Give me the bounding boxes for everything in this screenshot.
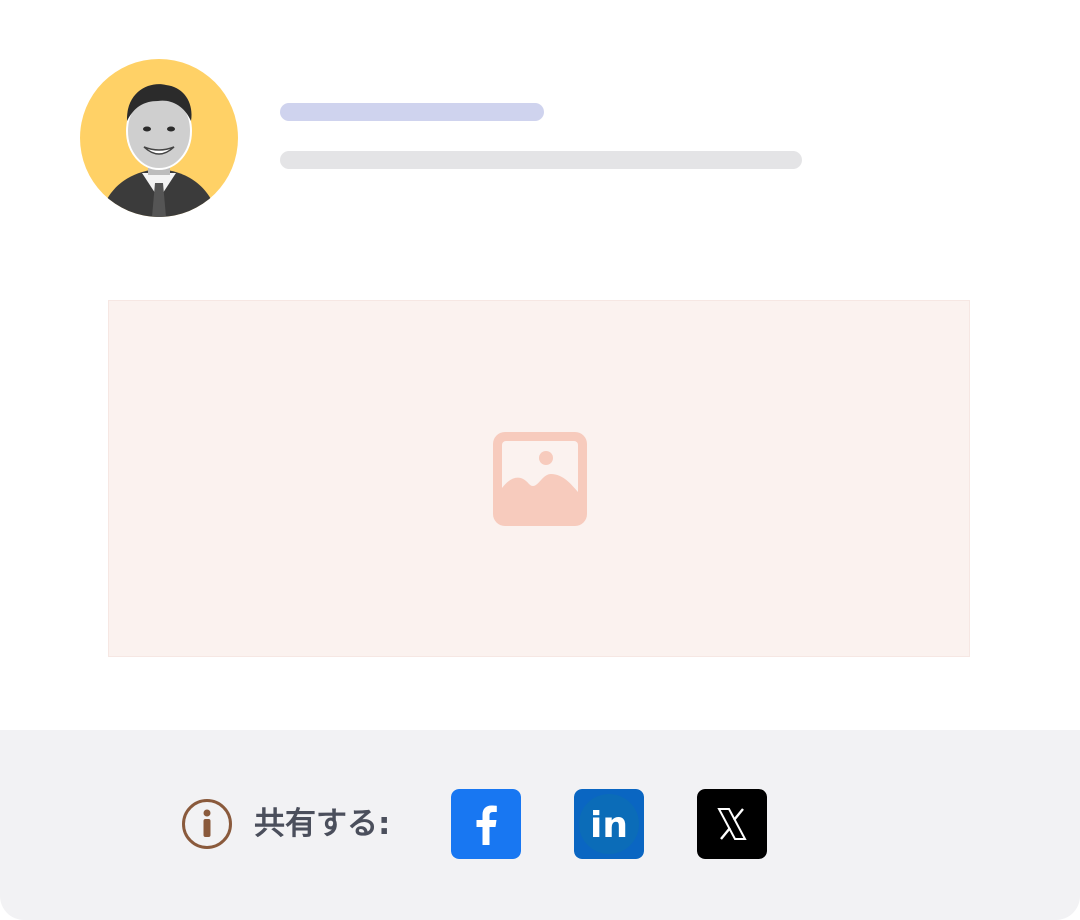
share-footer [0, 730, 1080, 920]
x-share-button[interactable] [697, 789, 767, 859]
linkedin-icon: in [574, 789, 644, 859]
avatar [80, 59, 238, 217]
facebook-share-button[interactable] [451, 789, 521, 859]
image-placeholder [108, 300, 970, 657]
info-icon [182, 799, 232, 849]
subtitle-placeholder-line [280, 151, 802, 169]
linkedin-share-button[interactable]: in [574, 789, 644, 859]
image-icon [493, 432, 587, 526]
share-label: 共有する: [254, 806, 391, 842]
avatar-photo [80, 59, 238, 217]
linkedin-glyph: in [590, 805, 628, 846]
title-placeholder-line [280, 103, 544, 121]
post-header [0, 0, 1080, 260]
x-icon [697, 789, 767, 859]
post-card: 共有する: in [0, 0, 1080, 920]
facebook-icon [451, 789, 521, 859]
